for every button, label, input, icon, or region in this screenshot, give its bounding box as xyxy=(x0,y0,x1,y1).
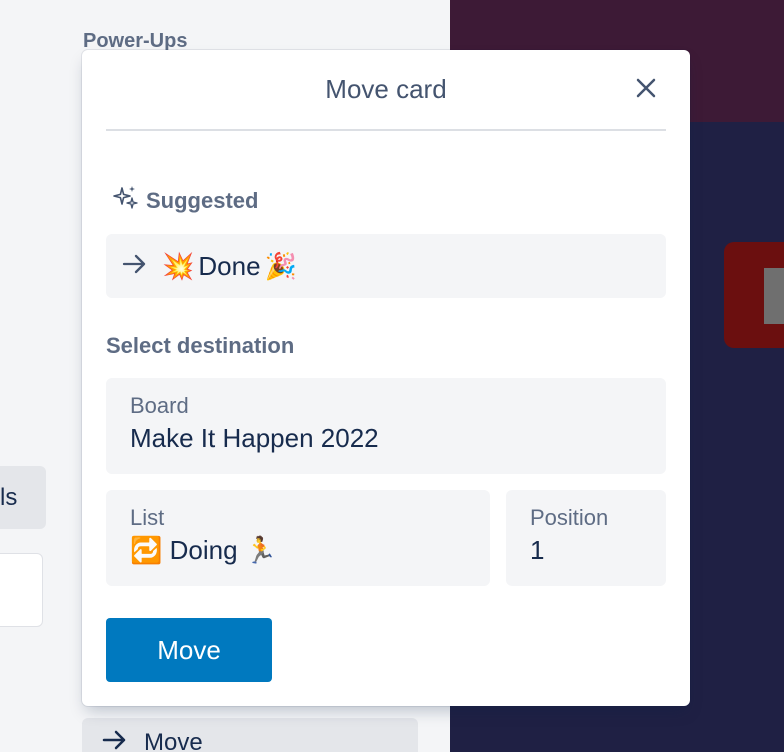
collision-emoji: 💥 xyxy=(162,250,195,281)
board-select[interactable]: Board Make It Happen 2022 xyxy=(106,378,666,474)
party-popper-emoji: 🎉 xyxy=(264,250,297,281)
arrow-right-icon xyxy=(122,251,148,282)
sidebar-details-label: ls xyxy=(0,483,18,511)
position-select-value: 1 xyxy=(530,535,545,565)
move-card-dialog: Move card Suggested 💥 Done 🎉 Select dest… xyxy=(82,50,690,706)
sidebar-input[interactable] xyxy=(0,553,43,627)
board-card-cover xyxy=(764,268,784,324)
sidebar-move-label: Move xyxy=(144,729,203,752)
close-icon xyxy=(636,78,656,103)
board-select-label: Board xyxy=(130,393,189,418)
suggested-list-name: Done xyxy=(198,250,261,281)
position-select[interactable]: Position 1 xyxy=(506,490,666,586)
position-select-label: Position xyxy=(530,505,609,530)
sparkles-icon xyxy=(112,184,140,218)
sidebar-move-button[interactable]: Move xyxy=(82,718,418,752)
move-button[interactable]: Move xyxy=(106,618,272,682)
list-select[interactable]: List 🔁 Doing 🏃 xyxy=(106,490,490,586)
suggested-destination-done[interactable]: 💥 Done 🎉 xyxy=(106,234,666,298)
dialog-header: Move card xyxy=(106,50,666,131)
dialog-title: Move card xyxy=(325,74,447,104)
suggested-heading: Suggested xyxy=(112,184,258,218)
sidebar-details-button[interactable]: ls xyxy=(0,466,46,529)
list-select-label: List xyxy=(130,505,165,530)
suggested-destination-label: 💥 Done 🎉 xyxy=(162,251,297,282)
list-select-value: 🔁 Doing 🏃 xyxy=(130,535,278,565)
close-button[interactable] xyxy=(626,70,666,110)
arrow-right-icon xyxy=(102,729,128,752)
select-destination-heading: Select destination xyxy=(106,333,295,358)
suggested-heading-label: Suggested xyxy=(146,188,259,213)
board-select-value: Make It Happen 2022 xyxy=(130,423,379,453)
